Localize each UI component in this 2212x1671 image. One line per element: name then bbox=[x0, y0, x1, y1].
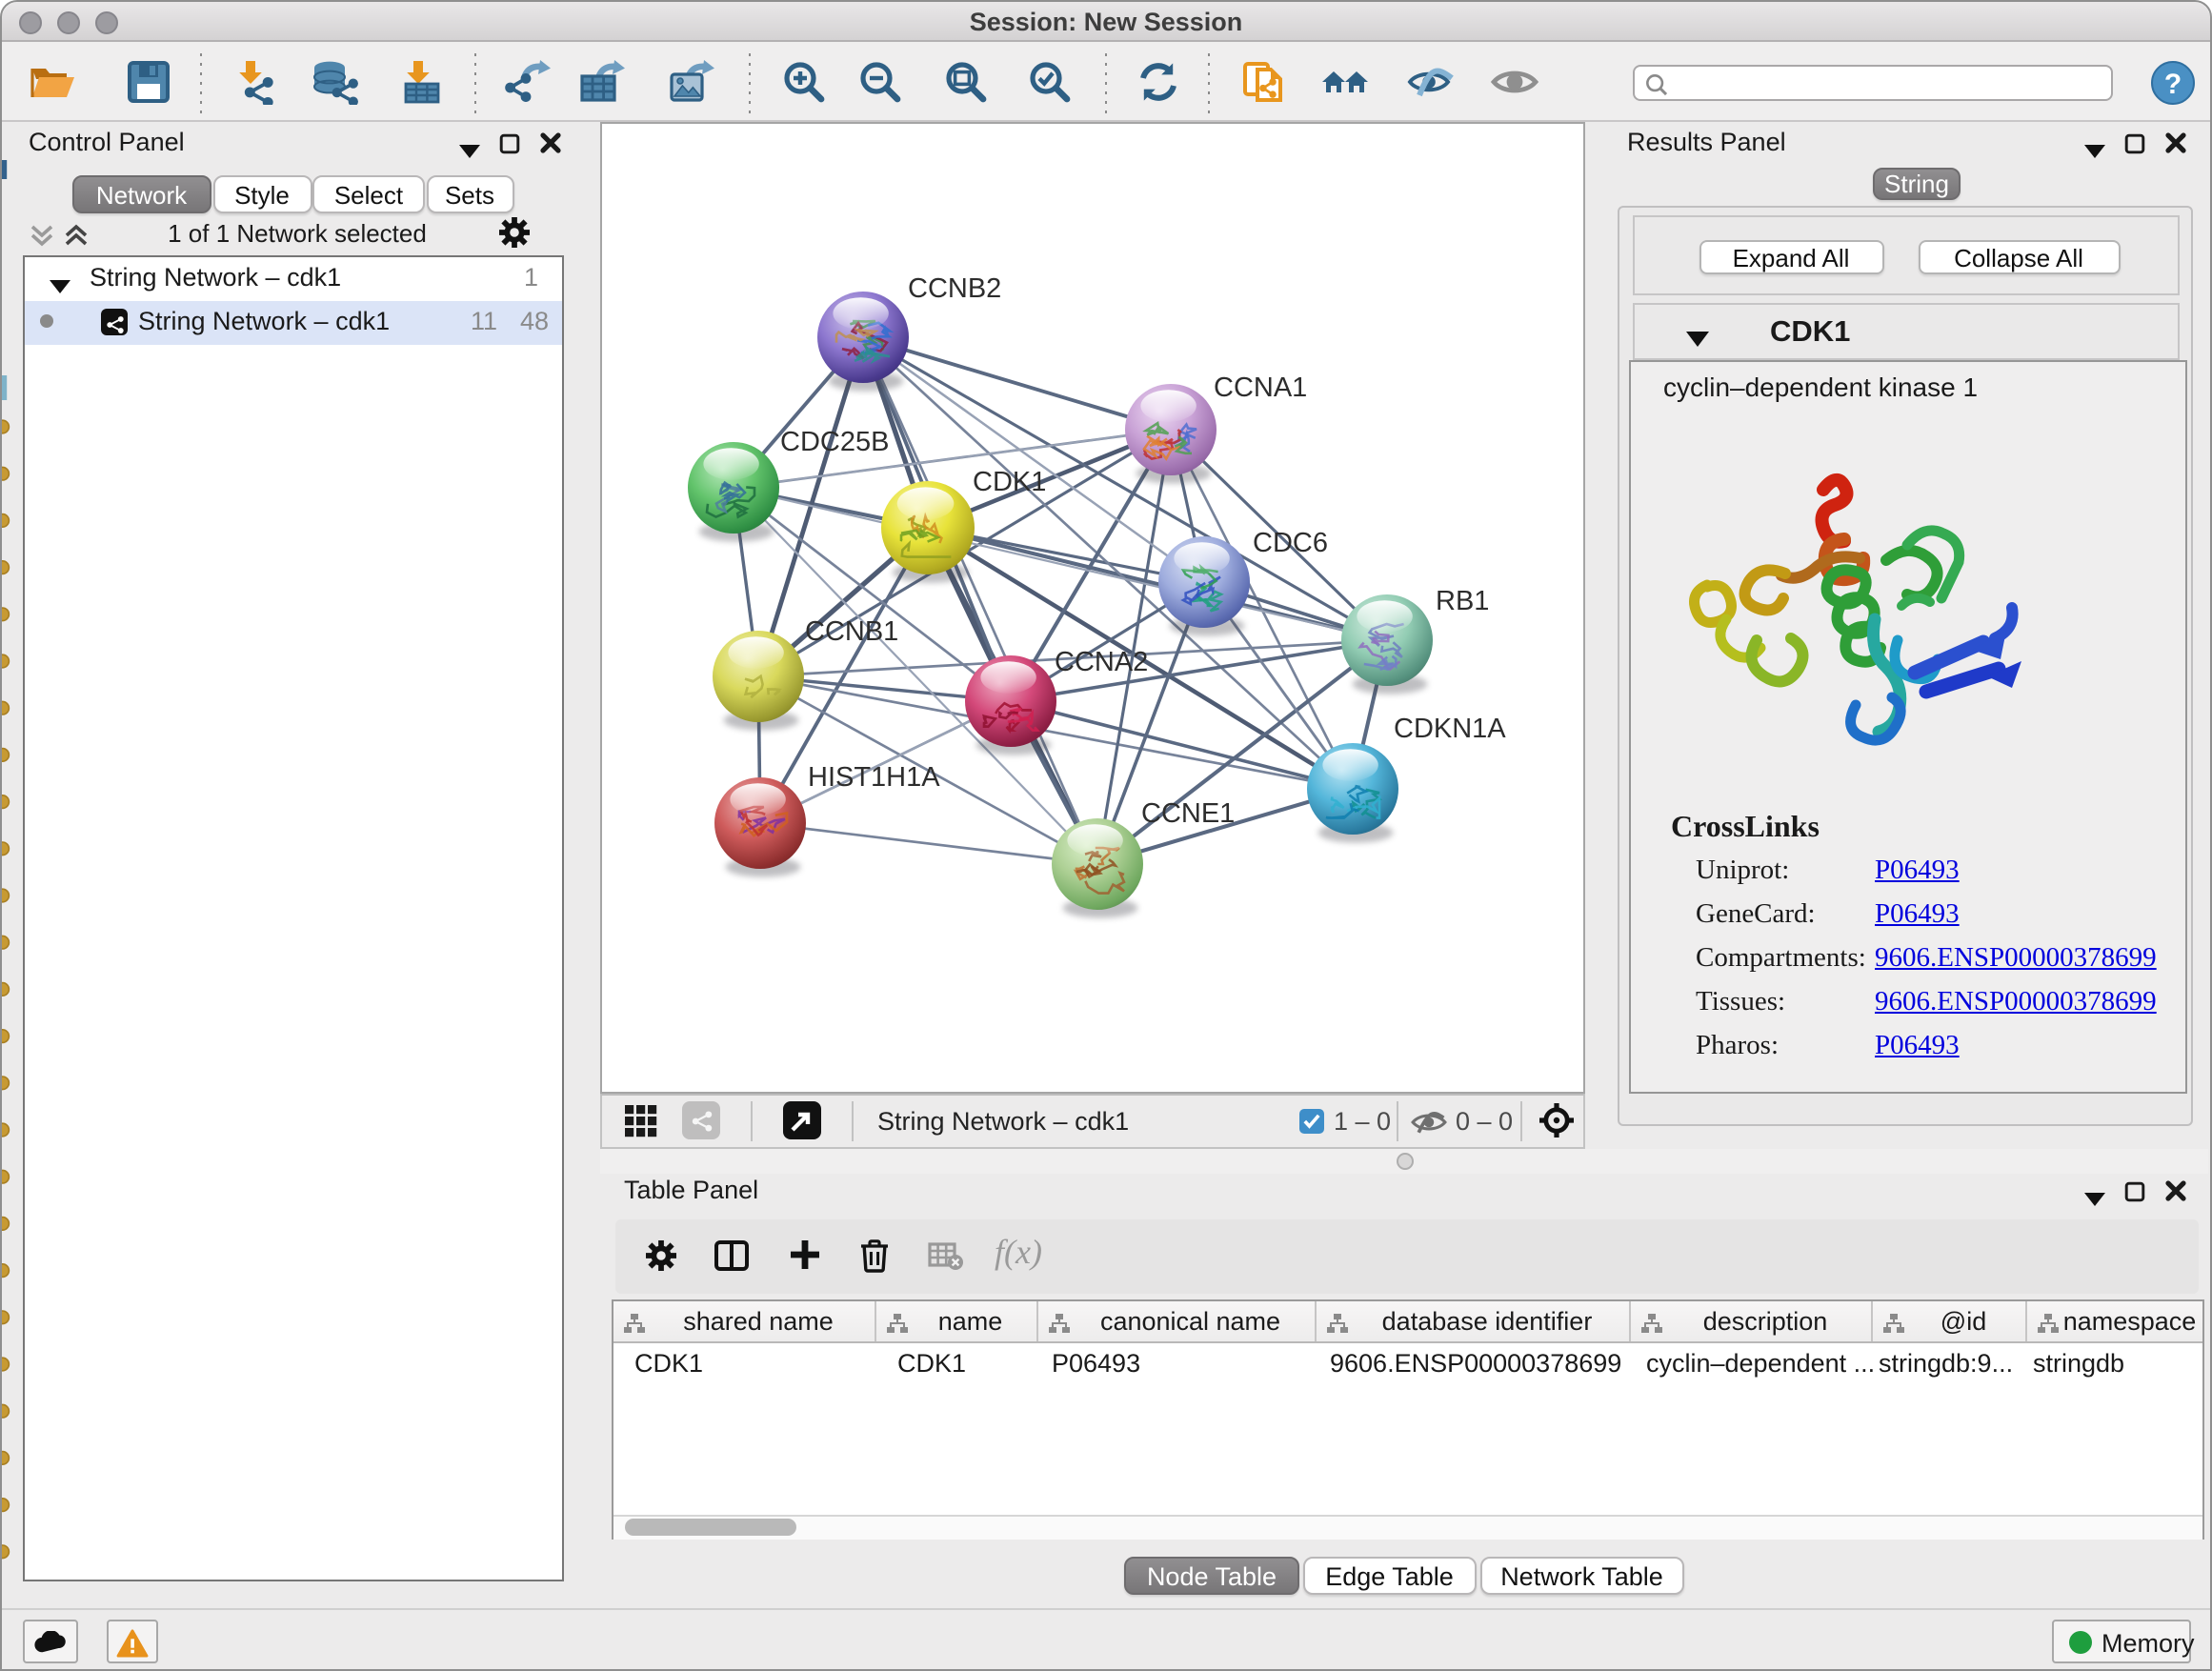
svg-text:CCNB1: CCNB1 bbox=[805, 616, 898, 647]
svg-text:CCNE1: CCNE1 bbox=[1141, 798, 1235, 829]
svg-text:CCNB2: CCNB2 bbox=[908, 273, 1001, 304]
svg-text:CCNA2: CCNA2 bbox=[1055, 647, 1148, 677]
svg-text:HIST1H1A: HIST1H1A bbox=[808, 762, 940, 793]
svg-text:CDKN1A: CDKN1A bbox=[1394, 714, 1506, 744]
svg-text:RB1: RB1 bbox=[1436, 586, 1489, 616]
svg-text:CCNA1: CCNA1 bbox=[1214, 372, 1307, 403]
svg-text:CDC25B: CDC25B bbox=[780, 427, 889, 457]
svg-text:CDC6: CDC6 bbox=[1253, 528, 1328, 558]
svg-text:CDK1: CDK1 bbox=[973, 467, 1046, 497]
